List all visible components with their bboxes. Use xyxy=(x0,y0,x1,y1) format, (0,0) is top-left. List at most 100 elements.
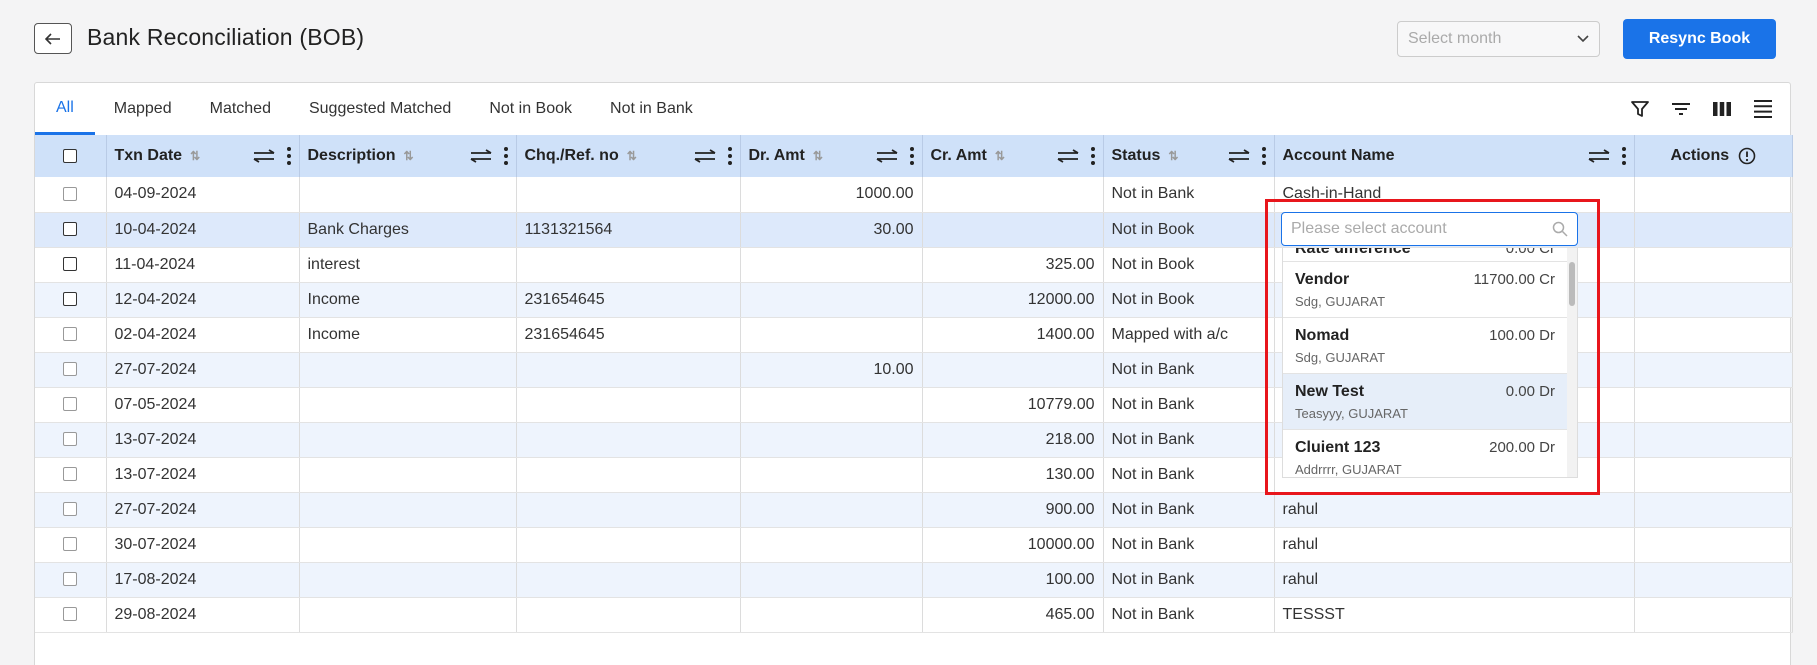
cell-cr-amt: 100.00 xyxy=(922,562,1104,598)
select-all-checkbox[interactable] xyxy=(63,148,78,163)
row-checkbox[interactable] xyxy=(63,187,78,202)
account-option[interactable]: Nomad Sdg, GUJARAT 100.00 Dr xyxy=(1283,318,1577,374)
cell-description xyxy=(299,527,517,563)
filter-icon[interactable] xyxy=(1628,97,1651,120)
table-row[interactable]: 27-07-2024 900.00 Not in Bank rahul xyxy=(35,492,1793,528)
kebab-icon[interactable] xyxy=(503,147,508,165)
row-checkbox-cell[interactable] xyxy=(35,282,107,318)
account-option[interactable]: Cluient 123 Addrrrr, GUJARAT 200.00 Dr xyxy=(1283,430,1577,477)
row-checkbox[interactable] xyxy=(63,397,78,412)
row-checkbox[interactable] xyxy=(63,537,78,552)
row-checkbox-cell[interactable] xyxy=(35,597,107,633)
kebab-icon[interactable] xyxy=(727,147,732,165)
page-title: Bank Reconciliation (BOB) xyxy=(87,24,365,50)
swap-icon[interactable] xyxy=(876,149,898,163)
account-option[interactable]: Vendor Sdg, GUJARAT 11700.00 Cr xyxy=(1283,262,1577,318)
row-checkbox[interactable] xyxy=(63,572,78,587)
row-checkbox-cell[interactable] xyxy=(35,247,107,283)
table-row[interactable]: 17-08-2024 100.00 Not in Bank rahul xyxy=(35,562,1793,598)
menu-icon[interactable] xyxy=(1751,97,1774,120)
col-description[interactable]: Description ⇅ xyxy=(299,135,517,177)
row-checkbox-cell[interactable] xyxy=(35,352,107,388)
sort-icon[interactable]: ⇅ xyxy=(190,149,200,163)
swap-icon[interactable] xyxy=(470,149,492,163)
cell-actions xyxy=(1634,177,1793,213)
row-checkbox[interactable] xyxy=(63,467,78,482)
back-button[interactable] xyxy=(34,23,72,54)
row-checkbox-cell[interactable] xyxy=(35,562,107,598)
scroll-thumb[interactable] xyxy=(1569,262,1575,306)
col-cr-amt[interactable]: Cr. Amt ⇅ xyxy=(922,135,1104,177)
row-checkbox[interactable] xyxy=(63,257,78,272)
tab-matched[interactable]: Matched xyxy=(191,83,290,135)
swap-icon[interactable] xyxy=(1228,149,1250,163)
sort-icon[interactable]: ⇅ xyxy=(627,149,637,163)
sort-icon[interactable]: ⇅ xyxy=(404,149,414,163)
cell-chq-ref xyxy=(516,597,741,633)
table-toolbar xyxy=(1628,97,1774,120)
kebab-icon[interactable] xyxy=(1261,147,1266,165)
col-account-name-label: Account Name xyxy=(1282,147,1395,164)
row-checkbox-cell[interactable] xyxy=(35,422,107,458)
row-checkbox-cell[interactable] xyxy=(35,492,107,528)
swap-icon[interactable] xyxy=(1588,149,1610,163)
col-dr-amt[interactable]: Dr. Amt ⇅ xyxy=(740,135,923,177)
account-option[interactable]: New Test Teasyyy, GUJARAT 0.00 Dr xyxy=(1283,374,1577,430)
kebab-icon[interactable] xyxy=(1621,147,1626,165)
kebab-icon[interactable] xyxy=(286,147,291,165)
col-txn-date[interactable]: Txn Date ⇅ xyxy=(106,135,300,177)
sort-icon[interactable]: ⇅ xyxy=(1168,149,1178,163)
row-checkbox[interactable] xyxy=(63,607,78,622)
table-row[interactable]: 30-07-2024 10000.00 Not in Bank rahul xyxy=(35,527,1793,563)
month-select[interactable]: Select month xyxy=(1397,21,1600,57)
cell-status: Not in Bank xyxy=(1103,562,1275,598)
col-chq-ref[interactable]: Chq./Ref. no ⇅ xyxy=(516,135,741,177)
columns-icon[interactable] xyxy=(1710,97,1733,120)
page-header: Bank Reconciliation (BOB) Select month R… xyxy=(0,0,1817,80)
tab-mapped[interactable]: Mapped xyxy=(95,83,191,135)
resync-book-button[interactable]: Resync Book xyxy=(1623,19,1776,59)
select-all-checkbox-cell[interactable] xyxy=(35,135,107,177)
row-checkbox[interactable] xyxy=(63,362,78,377)
row-checkbox-cell[interactable] xyxy=(35,387,107,423)
tab-not-in-bank[interactable]: Not in Bank xyxy=(591,83,712,135)
row-checkbox[interactable] xyxy=(63,292,78,307)
account-option-amount: 100.00 Dr xyxy=(1489,327,1555,344)
info-icon[interactable] xyxy=(1738,147,1756,165)
tab-all[interactable]: All xyxy=(35,83,95,135)
tab-suggested-matched[interactable]: Suggested Matched xyxy=(290,83,470,135)
swap-icon[interactable] xyxy=(694,149,716,163)
table-row[interactable]: 29-08-2024 465.00 Not in Bank TESSST xyxy=(35,597,1793,633)
col-account-name[interactable]: Account Name xyxy=(1274,135,1635,177)
cell-account-name[interactable]: TESSST xyxy=(1274,597,1635,633)
cell-account-name[interactable]: rahul xyxy=(1274,562,1635,598)
cell-cr-amt: 130.00 xyxy=(922,457,1104,493)
row-checkbox[interactable] xyxy=(63,327,78,342)
cell-status: Not in Book xyxy=(1103,212,1275,248)
sort-icon[interactable]: ⇅ xyxy=(813,149,823,163)
swap-icon[interactable] xyxy=(1057,149,1079,163)
row-checkbox-cell[interactable] xyxy=(35,317,107,353)
row-checkbox[interactable] xyxy=(63,502,78,517)
dropdown-scrollbar[interactable] xyxy=(1567,248,1577,477)
cell-account-name[interactable]: rahul xyxy=(1274,492,1635,528)
cell-actions xyxy=(1634,562,1793,598)
row-checkbox[interactable] xyxy=(63,222,78,237)
kebab-icon[interactable] xyxy=(909,147,914,165)
row-checkbox-cell[interactable] xyxy=(35,177,107,213)
cell-account-name[interactable]: rahul xyxy=(1274,527,1635,563)
row-checkbox-cell[interactable] xyxy=(35,457,107,493)
swap-icon[interactable] xyxy=(253,149,275,163)
tab-not-in-book[interactable]: Not in Book xyxy=(470,83,591,135)
kebab-icon[interactable] xyxy=(1090,147,1095,165)
account-option[interactable]: Rate difference 0.00 Cr xyxy=(1283,248,1577,262)
row-checkbox-cell[interactable] xyxy=(35,212,107,248)
row-checkbox[interactable] xyxy=(63,432,78,447)
account-options-list[interactable]: Rate difference 0.00 Cr Vendor Sdg, GUJA… xyxy=(1282,248,1578,478)
sort-lines-icon[interactable] xyxy=(1669,97,1692,120)
row-checkbox-cell[interactable] xyxy=(35,527,107,563)
col-status[interactable]: Status ⇅ xyxy=(1103,135,1275,177)
account-search-input[interactable]: Please select account xyxy=(1281,212,1578,246)
account-option-amount: 0.00 Cr xyxy=(1505,248,1555,257)
sort-icon[interactable]: ⇅ xyxy=(995,149,1005,163)
